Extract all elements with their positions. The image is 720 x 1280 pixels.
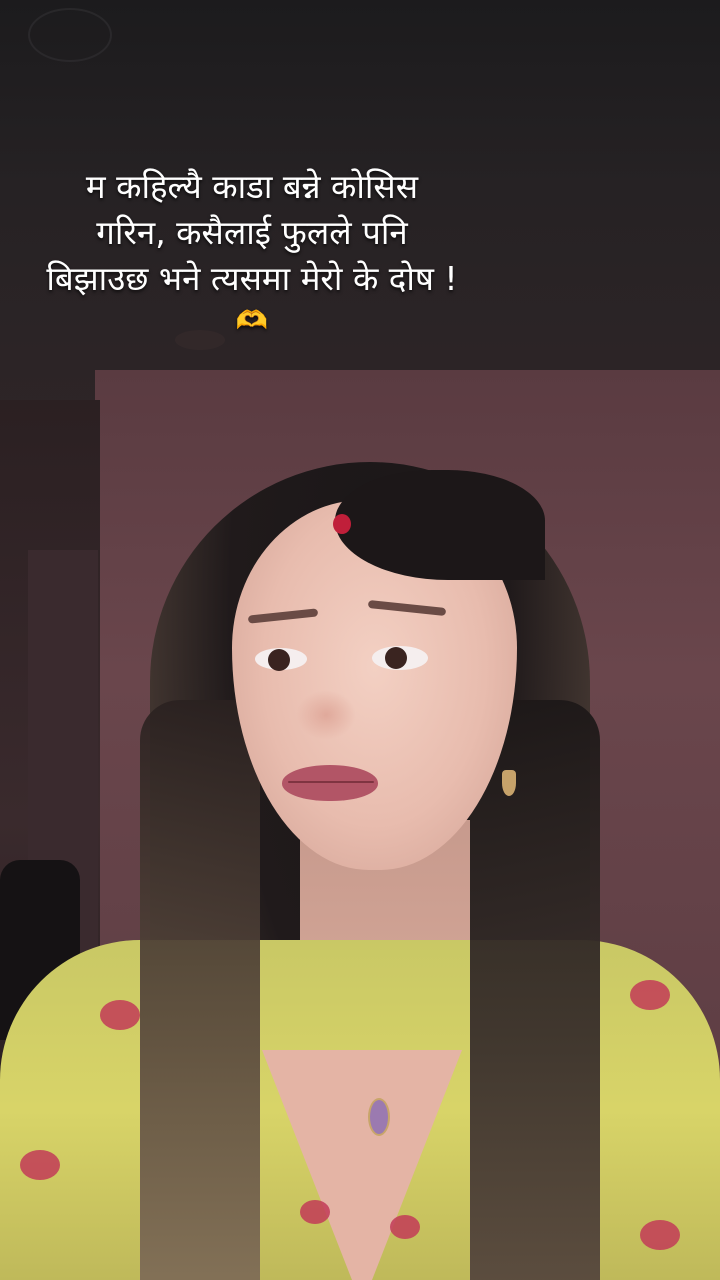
left-iris xyxy=(268,649,290,671)
dress-flower-print xyxy=(390,1215,420,1239)
dress-flower-print xyxy=(300,1200,330,1224)
caption-line-3: बिझाउछ भने त्यसमा मेरो के दोष ! xyxy=(46,259,458,298)
nose xyxy=(296,690,356,740)
dress-flower-print xyxy=(20,1150,60,1180)
caption-line-2: गरिन, कसैलाई फुलले पनि xyxy=(96,213,408,252)
sindoor-mark xyxy=(333,514,351,534)
right-iris xyxy=(385,647,407,669)
earring xyxy=(502,770,516,796)
dress-flower-print xyxy=(630,980,670,1010)
video-frame: म कहिल्यै काडा बन्ने कोसिस गरिन, कसैलाई … xyxy=(0,0,720,1280)
lips-line xyxy=(288,781,374,783)
caption-overlay: म कहिल्यै काडा बन्ने कोसिस गरिन, कसैलाई … xyxy=(10,164,494,336)
ceiling-light xyxy=(28,8,112,62)
hair-strand-right xyxy=(470,700,600,1280)
hair-strand-left xyxy=(140,700,260,1280)
caption-line-1: म कहिल्यै काडा बन्ने कोसिस xyxy=(85,167,419,206)
heart-hands-icon: 🫶 xyxy=(235,306,269,336)
lips xyxy=(282,765,378,801)
dress-flower-print xyxy=(100,1000,140,1030)
dress-flower-print xyxy=(640,1220,680,1250)
necklace-pendant xyxy=(368,1098,390,1136)
